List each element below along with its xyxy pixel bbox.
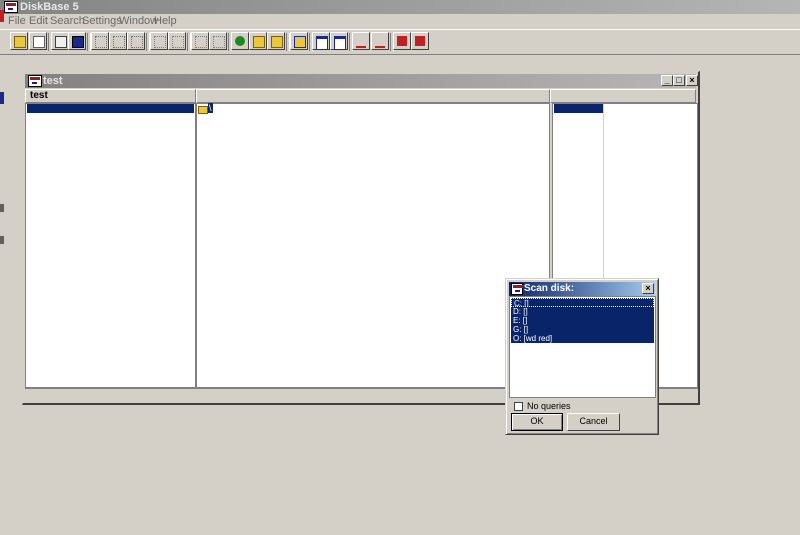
edge-fragment	[0, 236, 4, 244]
toolbar	[0, 29, 800, 55]
scan-dialog-title: Scan disk:	[524, 283, 575, 294]
dialog-close-button[interactable]: ×	[642, 283, 654, 294]
column-header-details[interactable]	[550, 89, 696, 103]
app-title-bar: DiskBase 5	[0, 0, 800, 14]
scan-dialog-title-bar[interactable]: Scan disk: ×	[509, 282, 655, 296]
close-button[interactable]: ×	[686, 75, 698, 86]
menu-file[interactable]: File	[8, 15, 26, 27]
drive-item-d[interactable]: D: []	[511, 307, 654, 316]
scan-icon[interactable]	[91, 32, 109, 50]
scan-list-icon[interactable]	[127, 32, 145, 50]
menu-help[interactable]: Help	[154, 15, 177, 27]
app-title: DiskBase 5	[20, 1, 79, 13]
open-folder-icon[interactable]	[10, 32, 28, 50]
no-queries-label: No queries	[527, 401, 571, 411]
ok-button[interactable]: OK	[511, 413, 563, 431]
catalog-window-title-bar[interactable]: test _ □ ×	[25, 74, 698, 88]
catalog-window-title: test	[43, 75, 63, 87]
delete-icon[interactable]	[191, 32, 209, 50]
file-list-pane[interactable]: \	[196, 103, 550, 388]
unlink-icon[interactable]	[371, 32, 389, 50]
export-icon[interactable]	[393, 32, 411, 50]
app-icon[interactable]	[4, 1, 18, 13]
edge-fragment	[0, 92, 4, 104]
maximize-button[interactable]: □	[673, 75, 685, 86]
view-panes-icon[interactable]	[312, 32, 330, 50]
minimize-button[interactable]: _	[661, 75, 673, 86]
scan-disk-dialog: Scan disk: × C: [] D: [] E: [] G: [] O: …	[505, 278, 659, 435]
column-header-files[interactable]	[196, 89, 550, 103]
menu-window[interactable]: Window	[119, 15, 158, 27]
print-icon[interactable]	[29, 32, 47, 50]
new-folder-icon[interactable]	[249, 32, 267, 50]
edit-folder-icon[interactable]	[267, 32, 285, 50]
dialog-icon	[511, 283, 523, 295]
link-icon[interactable]	[352, 32, 370, 50]
import-icon[interactable]	[51, 32, 69, 50]
drive-item-e[interactable]: E: []	[511, 316, 654, 325]
folder-label: \	[208, 103, 213, 113]
window-icon[interactable]	[28, 75, 42, 87]
scan-update-icon[interactable]	[109, 32, 127, 50]
find-icon[interactable]	[290, 32, 308, 50]
copy-icon[interactable]	[150, 32, 168, 50]
cancel-button[interactable]: Cancel	[567, 413, 620, 431]
drive-list[interactable]: C: [] D: [] E: [] G: [] O: [wd red]	[509, 296, 656, 398]
selected-tree-row[interactable]	[27, 104, 194, 113]
folder-icon	[198, 106, 208, 114]
menu-settings[interactable]: Settings	[82, 15, 122, 27]
drive-item-g[interactable]: G: []	[511, 325, 654, 334]
tree-icon[interactable]	[231, 32, 249, 50]
menu-search[interactable]: Search	[50, 15, 85, 27]
edge-fragment	[0, 10, 4, 22]
column-header-name[interactable]: test	[25, 89, 196, 103]
catalog-tree-pane[interactable]	[25, 103, 196, 388]
export-all-icon[interactable]	[411, 32, 429, 50]
catalog-icon[interactable]	[68, 32, 86, 50]
view-list-icon[interactable]	[330, 32, 348, 50]
edge-fragment	[0, 204, 4, 212]
drive-item-c[interactable]: C: []	[511, 298, 654, 308]
no-queries-checkbox[interactable]	[514, 402, 523, 411]
selected-detail-row[interactable]	[554, 104, 603, 113]
menu-bar: File Edit Search Settings Window Help	[0, 14, 800, 28]
menu-edit[interactable]: Edit	[29, 15, 48, 27]
drive-item-o[interactable]: O: [wd red]	[511, 334, 654, 343]
properties-icon[interactable]	[209, 32, 227, 50]
move-icon[interactable]	[168, 32, 186, 50]
